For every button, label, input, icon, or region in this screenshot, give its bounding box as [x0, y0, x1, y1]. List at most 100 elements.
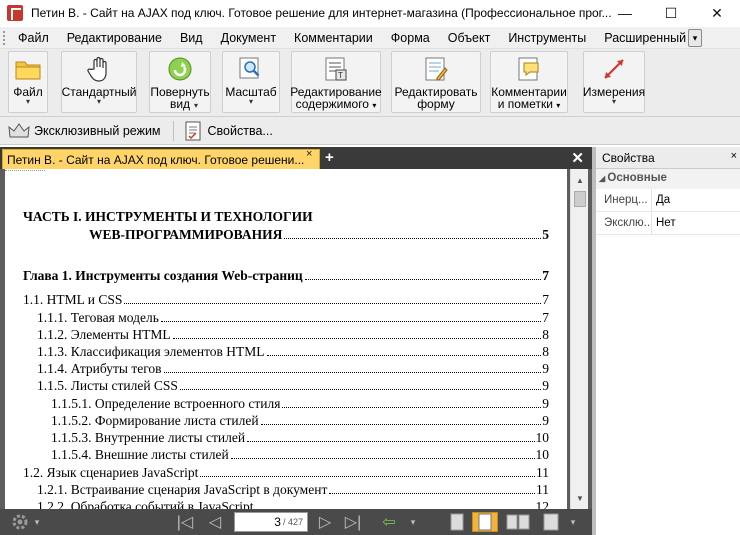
toc-leader-dots	[179, 378, 542, 390]
toc-leader-dots	[163, 361, 542, 373]
page-top-remnant	[5, 169, 45, 171]
chevron-down-icon: ▾	[25, 97, 30, 106]
toc-leader-dots	[172, 327, 542, 339]
menu-view[interactable]: Вид	[171, 31, 212, 45]
hand-icon	[84, 54, 114, 84]
edit-form-label-line2: форму	[417, 97, 455, 111]
properties-button[interactable]: Свойства...	[182, 121, 273, 141]
svg-text:T: T	[338, 71, 343, 80]
main-toolbar: Файл ▾ Стандартный ▾ Повернуть вид ▾ Мас…	[0, 49, 740, 117]
edit-form-button[interactable]: Редактировать форму	[391, 51, 481, 113]
crown-icon	[8, 121, 30, 141]
menu-comments[interactable]: Комментарии	[285, 31, 382, 45]
toc-entry-title: 1.1.5.1. Определение встроенного стиля	[51, 396, 281, 411]
toc-entry: 1.1.5.3. Внутренние листы стилей 10	[51, 430, 549, 446]
chevron-down-icon: ▾	[194, 101, 199, 110]
properties-label: Свойства...	[207, 123, 273, 138]
back-view-icon[interactable]: ⇦	[374, 512, 404, 532]
page-number-field[interactable]: 3 / 427	[234, 512, 308, 532]
properties-panel: Свойства × ◢ Основные Инерц... Да Эксклю…	[592, 147, 740, 535]
new-tab-button[interactable]: +	[325, 149, 334, 166]
measure-tool-button[interactable]: Измерения ▾	[583, 51, 645, 113]
close-window-button[interactable]: ✕	[694, 0, 740, 26]
menu-advanced[interactable]: Расширенный	[595, 31, 695, 45]
property-value[interactable]: Нет	[652, 212, 676, 234]
toc-leader-dots	[256, 499, 535, 509]
properties-category[interactable]: ◢ Основные	[596, 169, 740, 189]
toc-entry-page: 9	[542, 378, 549, 393]
toc-entry: 1.1. HTML и CSS 7	[23, 292, 549, 308]
first-page-icon[interactable]: |◁	[172, 512, 198, 532]
app-logo-icon	[7, 5, 23, 21]
exclusive-mode-button[interactable]: Эксклюзивный режим	[8, 121, 161, 141]
toc-entry: 1.1.5.1. Определение встроенного стиля 9	[51, 396, 549, 412]
maximize-button[interactable]: ☐	[648, 0, 694, 26]
toc-leader-dots	[160, 310, 542, 322]
toc-entry-page: 10	[535, 447, 550, 462]
edit-text-icon: T	[321, 54, 351, 84]
properties-close-icon[interactable]: ×	[731, 150, 737, 162]
toc-entry: 1.2. Язык сценариев JavaScript 11	[23, 465, 549, 481]
toc-entry-title: 1.1.5. Листы стилей CSS	[37, 378, 178, 393]
window-title: Петин В. - Сайт на AJAX под ключ. Готово…	[31, 6, 612, 20]
property-row[interactable]: Инерц... Да	[596, 189, 740, 212]
rotate-view-button[interactable]: Повернуть вид ▾	[149, 51, 211, 113]
toc-entry-page: 7	[542, 292, 549, 307]
properties-panel-title: Свойства	[602, 151, 655, 165]
title-bar: Петин В. - Сайт на AJAX под ключ. Готово…	[0, 0, 740, 26]
chevron-down-icon: ▾	[96, 97, 101, 106]
toc-entry-title: 1.2. Язык сценариев JavaScript	[23, 465, 199, 480]
menu-file[interactable]: Файл	[9, 31, 58, 45]
toc-entry-title: 1.1. HTML и CSS	[23, 292, 123, 307]
properties-doc-icon	[182, 121, 204, 141]
properties-panel-header: Свойства ×	[596, 147, 740, 169]
document-viewport[interactable]: ЧАСТЬ I. ИНСТРУМЕНТЫ И ТЕХНОЛОГИИ WEB-ПРО…	[0, 169, 592, 509]
scroll-thumb[interactable]	[574, 191, 586, 207]
menu-tools[interactable]: Инструменты	[499, 31, 595, 45]
menu-object[interactable]: Объект	[439, 31, 500, 45]
back-view-dropdown-icon[interactable]: ▾	[406, 512, 420, 532]
menu-bar: Файл Редактирование Вид Документ Коммент…	[0, 27, 740, 49]
toc-leader-dots	[260, 413, 542, 425]
total-pages-value: / 427	[282, 517, 303, 527]
last-page-icon[interactable]: ▷|	[340, 512, 366, 532]
scroll-up-icon[interactable]: ▲	[573, 173, 587, 187]
tab-document[interactable]: Петин В. - Сайт на AJAX под ключ. Готово…	[2, 149, 320, 169]
single-page-icon[interactable]	[446, 512, 468, 532]
layout-dropdown-icon[interactable]: ▾	[566, 512, 580, 532]
current-page-value: 3	[274, 515, 281, 529]
property-row[interactable]: Эксклю... Нет	[596, 212, 740, 235]
toc-entry-page: 8	[542, 344, 549, 359]
tab-close-icon[interactable]: ×	[306, 148, 312, 160]
next-page-icon[interactable]: ▷	[312, 512, 338, 532]
menu-document[interactable]: Документ	[212, 31, 285, 45]
toc-entry-page: 11	[536, 465, 549, 480]
toc-leader-dots	[329, 482, 535, 494]
toc-entry-page: 7	[542, 310, 549, 325]
facing-pages-icon[interactable]	[504, 512, 532, 532]
minimize-button[interactable]: —	[602, 0, 648, 26]
close-document-pane-button[interactable]: ✕	[571, 149, 584, 167]
toc-leader-dots	[230, 447, 535, 459]
continuous-page-icon[interactable]	[472, 512, 498, 532]
toc-entry-title: 1.2.1. Встраивание сценария JavaScript в…	[37, 482, 328, 497]
toc-entry-page: 5	[542, 227, 549, 242]
vertical-scrollbar[interactable]: ▲ ▼	[570, 169, 588, 509]
property-value[interactable]: Да	[652, 189, 670, 211]
toc-entry-page: 9	[542, 413, 549, 428]
toc-entry: 1.1.3. Классификация элементов HTML 8	[37, 344, 549, 360]
file-tool-button[interactable]: Файл ▾	[8, 51, 48, 113]
menu-form[interactable]: Форма	[382, 31, 439, 45]
scroll-down-icon[interactable]: ▼	[573, 491, 587, 505]
comments-markup-button[interactable]: Комментарии и пометки ▾	[490, 51, 568, 113]
gear-icon[interactable]: ▾	[6, 512, 44, 532]
zoom-tool-button[interactable]: Масштаб ▾	[222, 51, 280, 113]
edit-content-button[interactable]: T Редактирование содержимого ▾	[290, 51, 382, 113]
standard-tool-button[interactable]: Стандартный ▾	[61, 51, 137, 113]
menu-overflow-button[interactable]: ▾	[688, 29, 702, 47]
continuous-facing-icon[interactable]	[540, 512, 562, 532]
menu-edit[interactable]: Редактирование	[58, 31, 171, 45]
previous-page-icon[interactable]: ◁	[202, 512, 228, 532]
comment-icon	[514, 54, 544, 84]
measure-icon	[599, 54, 629, 84]
